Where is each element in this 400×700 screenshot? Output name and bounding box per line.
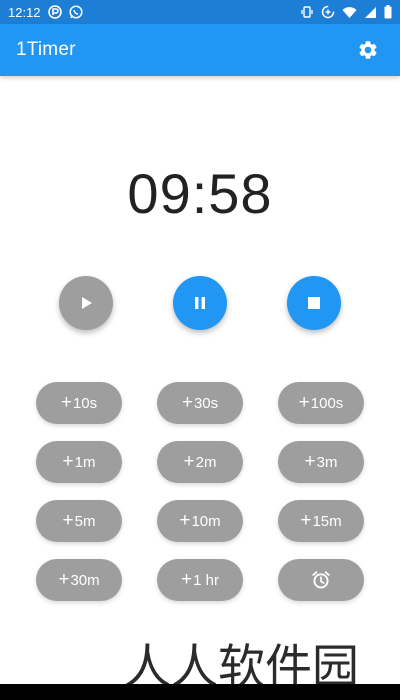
add-100s-label: 100s	[310, 394, 344, 412]
play-button[interactable]	[59, 276, 113, 330]
plus-sign: +	[304, 450, 316, 472]
plus-sign: +	[181, 568, 193, 590]
app-title: 1Timer	[16, 39, 76, 60]
stop-button[interactable]	[287, 276, 341, 330]
plus-sign: +	[58, 568, 70, 590]
add-10m-button[interactable]: +10m	[157, 500, 243, 542]
plus-sign: +	[181, 391, 193, 413]
add-30s-button[interactable]: +30s	[157, 382, 243, 424]
app-notification-icon	[47, 5, 62, 19]
alarm-button[interactable]	[278, 559, 364, 601]
add-1hr-label: 1 hr	[193, 571, 219, 589]
add-10s-button[interactable]: +10s	[36, 382, 122, 424]
play-icon	[82, 297, 92, 309]
status-bar: 12:12	[0, 0, 400, 24]
add-5m-button[interactable]: +5m	[36, 500, 122, 542]
pause-icon	[195, 297, 205, 309]
add-100s-button[interactable]: +100s	[278, 382, 364, 424]
add-2m-button[interactable]: +2m	[157, 441, 243, 483]
add-30m-label: 30m	[70, 571, 100, 589]
add-1m-button[interactable]: +1m	[36, 441, 122, 483]
plus-sign: +	[60, 391, 72, 413]
add-3m-label: 3m	[316, 453, 338, 471]
add-30s-label: 30s	[193, 394, 219, 412]
vibrate-icon	[300, 5, 314, 19]
add-2m-label: 2m	[195, 453, 217, 471]
plus-sign: +	[298, 391, 310, 413]
battery-icon	[384, 5, 392, 19]
add-15m-label: 15m	[312, 512, 342, 530]
plus-sign: +	[62, 509, 74, 531]
add-1m-label: 1m	[74, 453, 96, 471]
settings-button[interactable]	[355, 37, 381, 63]
app-bar: 1Timer	[0, 24, 400, 76]
add-10m-label: 10m	[191, 512, 221, 530]
add-3m-button[interactable]: +3m	[278, 441, 364, 483]
status-time: 12:12	[8, 4, 41, 20]
whatsapp-icon	[68, 5, 83, 19]
plus-sign: +	[300, 509, 312, 531]
watermark: 人人软件园	[124, 640, 359, 695]
plus-sign: +	[179, 509, 191, 531]
wifi-icon	[342, 6, 357, 19]
alarm-clock-icon	[312, 571, 330, 589]
signal-icon	[364, 6, 377, 19]
plus-sign: +	[183, 450, 195, 472]
pause-button[interactable]	[173, 276, 227, 330]
add-10s-label: 10s	[72, 394, 98, 412]
plus-sign: +	[62, 450, 74, 472]
stop-icon	[308, 297, 320, 309]
timer-display: 09:58	[127, 162, 273, 225]
add-1hr-button[interactable]: +1 hr	[157, 559, 243, 601]
add-5m-label: 5m	[74, 512, 96, 530]
add-30m-button[interactable]: +30m	[36, 559, 122, 601]
data-saver-icon	[321, 5, 335, 19]
gear-icon	[359, 41, 377, 59]
add-15m-button[interactable]: +15m	[278, 500, 364, 542]
navigation-bar	[0, 684, 400, 700]
